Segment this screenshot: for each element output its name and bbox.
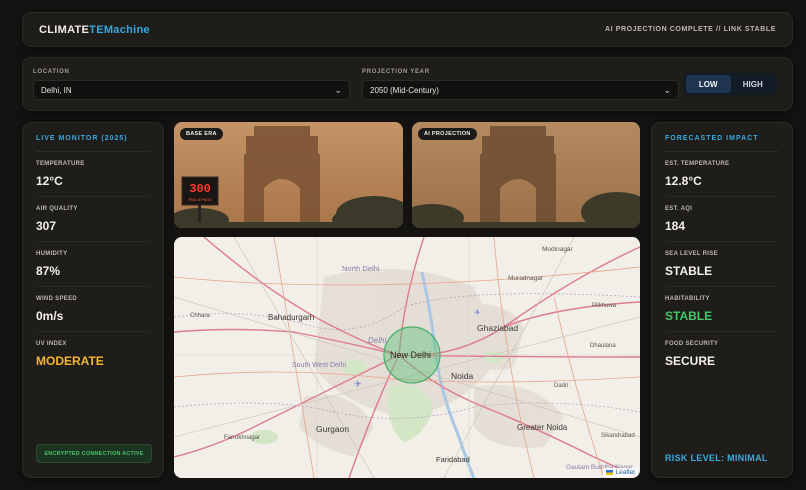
metric-value: 12.8°C — [665, 174, 702, 188]
map-label: South West Delhi — [292, 362, 346, 369]
metric-value: 0m/s — [36, 309, 64, 323]
attribution-text: Leaflet — [615, 469, 635, 476]
airport-icon: ✈ — [354, 379, 362, 389]
map-label: Sikandrabad — [601, 433, 635, 439]
header-bar: CLIMATETEMachine AI PROJECTION COMPLETE … — [22, 12, 793, 47]
controls-panel: LOCATION Delhi, IN ⌄ PROJECTION YEAR 205… — [22, 57, 793, 111]
map-label: North Delhi — [342, 264, 380, 273]
year-value: 2050 (Mid-Century) — [370, 85, 439, 95]
metric-wind-speed: WIND SPEED 0m/s — [36, 287, 150, 332]
live-monitor-panel: LIVE MONITOR (2025) TEMPERATURE 12°C AIR … — [22, 122, 164, 478]
location-value: Delhi, IN — [41, 85, 72, 95]
metric-value: SECURE — [665, 354, 716, 368]
metric-value: 12°C — [36, 174, 63, 188]
metric-est-temperature: EST. TEMPERATURE 12.8°C — [665, 152, 779, 197]
aqi-sign-number: 300 — [189, 182, 211, 196]
metric-label: FOOD SECURITY — [665, 341, 719, 347]
map-canvas: ✈ ✈ Modinagar North Delhi Muradnagar Bah… — [174, 237, 640, 478]
connection-badge: ENCRYPTED CONNECTION ACTIVE — [36, 444, 152, 463]
map-label: Bahadurgarh — [268, 313, 314, 322]
metric-label: EST. TEMPERATURE — [665, 161, 730, 167]
brand-part1: CLIMATE — [39, 23, 90, 36]
brand-part2: TEMachine — [89, 23, 150, 36]
location-select[interactable]: Delhi, IN ⌄ — [33, 80, 350, 100]
map-label: Pilkhuwa — [592, 303, 617, 309]
location-field: LOCATION Delhi, IN ⌄ — [33, 69, 350, 100]
map-label: Modinagar — [542, 246, 574, 253]
map-label: Noida — [451, 371, 473, 381]
map-label: Greater Noida — [517, 423, 568, 432]
status-text: AI PROJECTION COMPLETE // LINK STABLE — [604, 26, 776, 33]
base-era-image: 300 PM2.5 PM10 BASE ERA — [174, 122, 403, 228]
map-label: Chhara — [190, 313, 210, 319]
map-label: Dadri — [554, 383, 568, 389]
metric-value: 87% — [36, 264, 61, 278]
map-view[interactable]: ✈ ✈ Modinagar North Delhi Muradnagar Bah… — [174, 237, 640, 478]
metric-humidity: HUMIDITY 87% — [36, 242, 150, 287]
map-attribution-link[interactable]: Leaflet — [603, 468, 638, 477]
brand-logo: CLIMATETEMachine — [39, 24, 150, 36]
metric-label: SEA LEVEL RISE — [665, 251, 718, 257]
ai-projection-image: AI PROJECTION — [412, 122, 640, 228]
metric-uv-index: UV INDEX MODERATE — [36, 332, 150, 377]
live-monitor-title: LIVE MONITOR (2025) — [36, 135, 150, 152]
metric-label: UV INDEX — [36, 341, 67, 347]
chevron-down-icon: ⌄ — [334, 84, 342, 95]
map-label: Gurgaon — [316, 424, 349, 434]
metric-habitability: HABITABILITY STABLE — [665, 287, 779, 332]
airport-icon: ✈ — [474, 308, 481, 317]
metric-label: WIND SPEED — [36, 296, 78, 302]
map-label: New Delhi — [390, 350, 431, 360]
map-label: Muradnagar — [508, 275, 544, 282]
scenario-toggle: LOW HIGH — [684, 73, 777, 95]
metric-label: TEMPERATURE — [36, 161, 85, 167]
metric-sea-level: SEA LEVEL RISE STABLE — [665, 242, 779, 287]
metric-temperature: TEMPERATURE 12°C — [36, 152, 150, 197]
map-label: Farrukhnagar — [224, 435, 260, 441]
metric-value: STABLE — [665, 309, 713, 323]
map-label: Faridabad — [436, 455, 470, 464]
base-era-tag: BASE ERA — [180, 128, 223, 140]
metric-food-security: FOOD SECURITY SECURE — [665, 332, 779, 377]
metric-value: 307 — [36, 219, 57, 233]
year-label: PROJECTION YEAR — [362, 69, 430, 75]
year-select[interactable]: 2050 (Mid-Century) ⌄ — [362, 80, 679, 100]
scenario-low-button[interactable]: LOW — [686, 75, 731, 93]
map-label: Dhaulana — [590, 343, 616, 349]
metric-value: 184 — [665, 219, 686, 233]
ai-projection-tag: AI PROJECTION — [418, 128, 477, 140]
forecast-title: FORECASTED IMPACT — [665, 135, 779, 152]
risk-level: RISK LEVEL: MINIMAL — [665, 453, 768, 463]
aqi-sign-text: PM2.5 PM10 — [188, 197, 212, 202]
map-label: Ghaziabad — [477, 323, 518, 333]
year-field: PROJECTION YEAR 2050 (Mid-Century) ⌄ — [362, 69, 679, 100]
map-label: Delhi — [368, 336, 386, 345]
scenario-high-button[interactable]: HIGH — [731, 75, 776, 93]
metric-air-quality: AIR QUALITY 307 — [36, 197, 150, 242]
metric-label: AIR QUALITY — [36, 206, 78, 212]
metric-label: HUMIDITY — [36, 251, 68, 257]
forecast-panel: FORECASTED IMPACT EST. TEMPERATURE 12.8°C… — [651, 122, 793, 478]
location-label: LOCATION — [33, 69, 70, 75]
chevron-down-icon: ⌄ — [663, 84, 671, 95]
metric-label: EST. AQI — [665, 206, 693, 212]
ukraine-flag-icon — [606, 469, 614, 475]
metric-value: MODERATE — [36, 354, 104, 368]
metric-value: STABLE — [665, 264, 713, 278]
metric-est-aqi: EST. AQI 184 — [665, 197, 779, 242]
metric-label: HABITABILITY — [665, 296, 710, 302]
